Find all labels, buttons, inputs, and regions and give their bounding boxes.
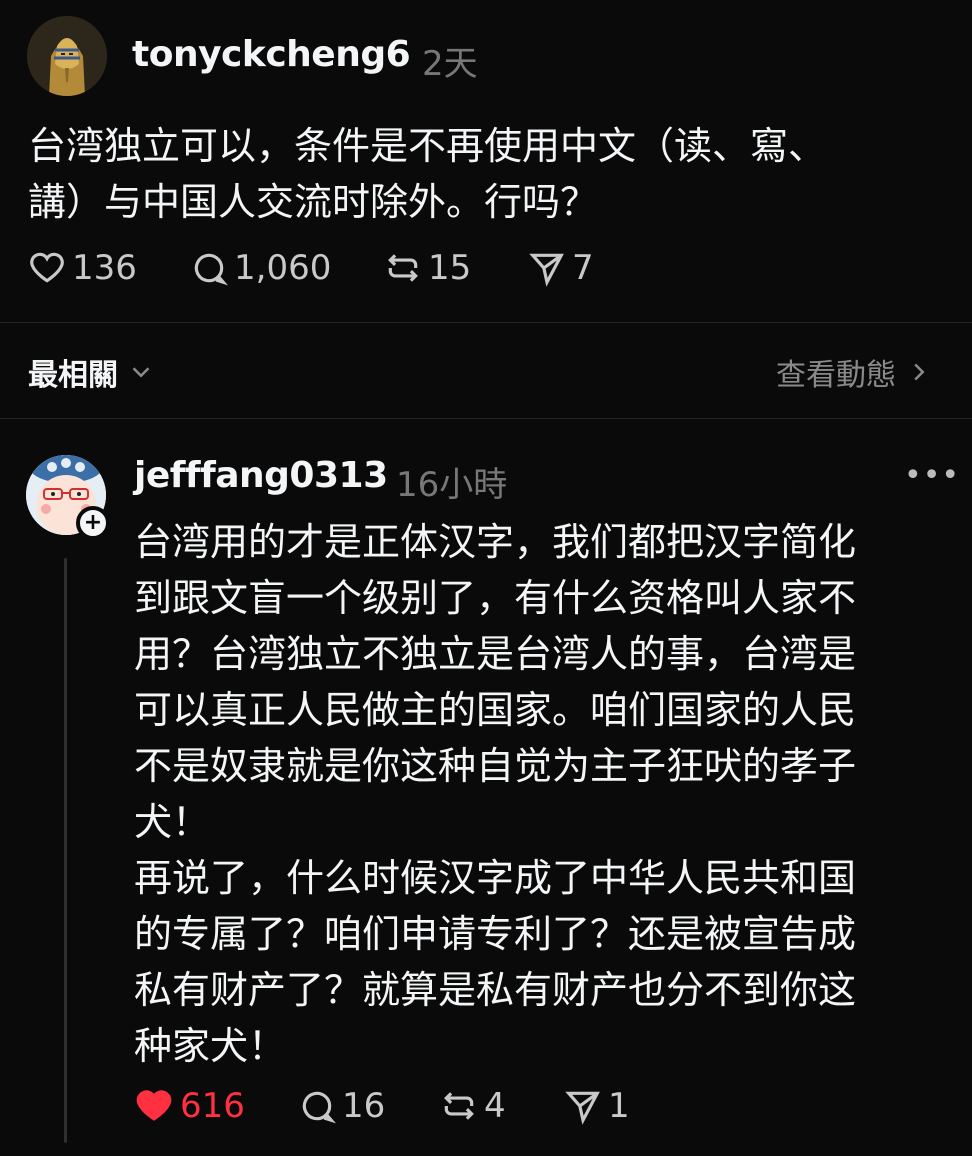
- post-like-button[interactable]: 136: [28, 248, 137, 288]
- reply-text-line: 台湾用的才是正体汉字，我们都把汉字简化: [134, 520, 857, 564]
- post-author-avatar[interactable]: [27, 16, 107, 96]
- post-text-line: 台湾独立可以，条件是不再使用中文（读、寫、: [28, 124, 827, 168]
- post-repost-button[interactable]: 15: [384, 248, 471, 288]
- reply-repost-button[interactable]: 4: [440, 1086, 506, 1126]
- repost-icon: [388, 254, 418, 282]
- reply-actions: 616 16 4 1: [0, 1086, 972, 1134]
- post-actions: 136 1,060 15 7: [0, 248, 972, 296]
- follow-plus-icon[interactable]: +: [76, 506, 110, 540]
- reply-share-button[interactable]: 1: [564, 1086, 630, 1126]
- reply-like-button[interactable]: 616: [134, 1086, 245, 1126]
- heart-filled-icon: [136, 1090, 172, 1121]
- send-icon: [565, 1091, 600, 1125]
- sort-filter-dropdown[interactable]: 最相關: [28, 350, 156, 394]
- view-activity-label: 查看動態: [776, 358, 896, 393]
- chevron-down-icon: [132, 367, 150, 378]
- sort-filter-label: 最相關: [28, 358, 118, 393]
- view-activity-link[interactable]: 查看動態: [776, 350, 934, 394]
- reply-body: 台湾用的才是正体汉字，我们都把汉字简化 到跟文盲一个级别了，有什么资格叫人家不 …: [134, 514, 934, 1074]
- post-comment-button[interactable]: 1,060: [190, 248, 331, 288]
- reply-repost-count: 4: [484, 1086, 506, 1126]
- post-author-username[interactable]: tonyckcheng6: [132, 34, 411, 75]
- reply-text-line: 到跟文盲一个级别了，有什么资格叫人家不: [134, 576, 857, 620]
- post-body: 台湾独立可以，条件是不再使用中文（读、寫、 講）与中国人交流时除外。行吗？: [28, 118, 928, 230]
- reply-text-line: 私有财产了？就算是私有财产也分不到你这: [134, 968, 857, 1012]
- thread-line: [64, 558, 67, 1143]
- reply-comment-count: 16: [342, 1086, 386, 1126]
- reply-text-line: 不是奴隶就是你这种自觉为主子狂吠的孝子: [134, 744, 857, 788]
- post-share-count: 7: [572, 248, 594, 288]
- reply-text-line: 用？台湾独立不独立是台湾人的事，台湾是: [134, 632, 857, 676]
- post-share-button[interactable]: 7: [528, 248, 594, 288]
- reply-text-line: 犬！: [134, 800, 211, 844]
- comment-icon: [302, 1091, 336, 1124]
- reply-text-line: 可以真正人民做主的国家。咱们国家的人民: [134, 688, 857, 732]
- post-repost-count: 15: [428, 248, 472, 288]
- comment-icon: [194, 253, 228, 286]
- more-options-icon[interactable]: •••: [904, 458, 960, 493]
- send-icon: [529, 253, 564, 287]
- divider: [0, 418, 972, 419]
- reply-text-line: 种家犬！: [134, 1024, 287, 1068]
- reply-timestamp: 16小時: [396, 465, 508, 505]
- heart-icon: [30, 252, 64, 283]
- chevron-right-icon: [914, 363, 925, 381]
- post-comment-count: 1,060: [234, 248, 332, 288]
- reply-comment-button[interactable]: 16: [298, 1086, 385, 1126]
- reply-text-line: 再说了，什么时候汉字成了中华人民共和国: [134, 856, 857, 900]
- divider: [0, 322, 972, 323]
- post-like-count: 136: [72, 248, 137, 288]
- reply-share-count: 1: [608, 1086, 630, 1126]
- reply-text-line: 的专属了？咱们申请专利了？还是被宣告成: [134, 912, 857, 956]
- post-text-line: 講）与中国人交流时除外。行吗？: [28, 180, 599, 224]
- reply-author-username[interactable]: jefffang0313: [134, 455, 388, 496]
- post-timestamp: 2天: [422, 44, 478, 84]
- reply-like-count: 616: [180, 1086, 245, 1126]
- repost-icon: [444, 1092, 474, 1120]
